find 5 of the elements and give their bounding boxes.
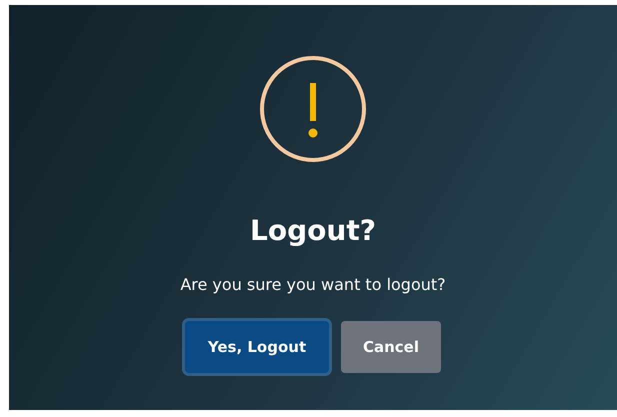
dialog-message: Are you sure you want to logout? [180, 274, 446, 296]
logout-button[interactable]: Yes, Logout [185, 321, 329, 373]
warning-icon [259, 55, 367, 163]
dialog-title: Logout? [250, 213, 376, 249]
cancel-button[interactable]: Cancel [341, 321, 441, 373]
